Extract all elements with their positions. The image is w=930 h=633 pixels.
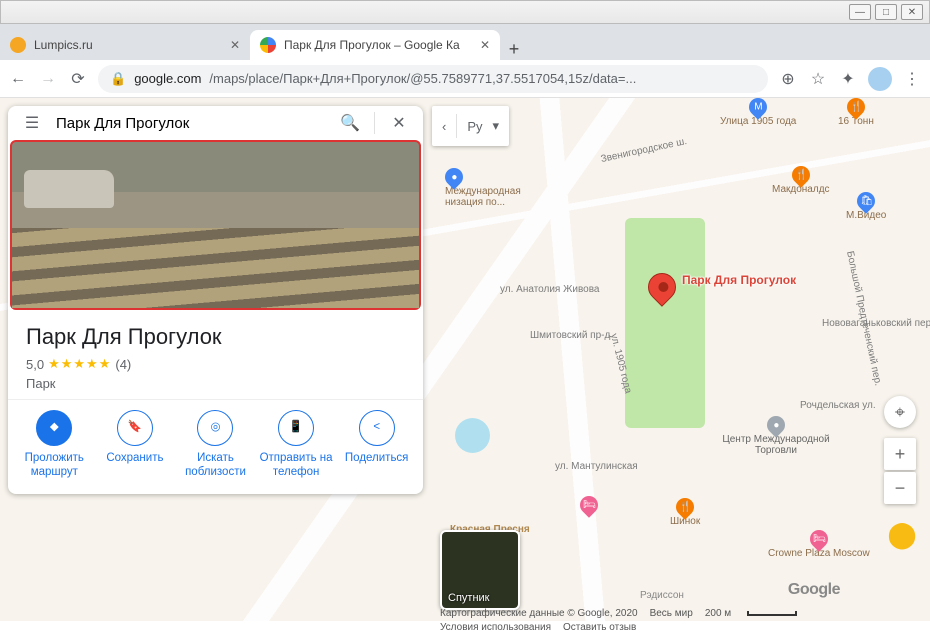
poi-label: Рэдиссон [640, 590, 684, 601]
nearby-button[interactable]: ◎ Искать поблизости [175, 410, 256, 480]
map-footer: Картографические данные © Google, 2020 В… [440, 608, 922, 619]
copyright-text: Картографические данные © Google, 2020 [440, 608, 638, 619]
scale-bar-icon [747, 611, 797, 616]
zoom-indicator-icon[interactable]: ⊕ [778, 69, 798, 89]
marker-label: Парк Для Прогулок [682, 273, 796, 287]
browser-tab[interactable]: Парк Для Прогулок – Google Ка ✕ [250, 30, 500, 60]
page-content: Звенигородское ш. ул. Анатолия Живова Шм… [0, 98, 930, 621]
options-caret-icon[interactable]: ▾ [493, 118, 510, 134]
favicon-icon [260, 37, 276, 53]
browser-tabstrip: Lumpics.ru ✕ Парк Для Прогулок – Google … [0, 24, 930, 60]
window-minimize-button[interactable]: — [849, 4, 871, 20]
search-input[interactable] [56, 115, 326, 132]
road-label: Рочдельская ул. [800, 400, 876, 411]
scale-label: 200 м [705, 608, 731, 619]
save-button[interactable]: 🔖 Сохранить [95, 410, 176, 480]
poi-restaurant[interactable]: 🍴Макдоналдс [772, 166, 830, 195]
extensions-icon[interactable]: ✦ [838, 69, 858, 89]
browser-tab[interactable]: Lumpics.ru ✕ [0, 30, 250, 60]
menu-kebab-icon[interactable]: ⋮ [902, 69, 922, 89]
search-bar: ☰ 🔍 ✕ [8, 106, 423, 140]
window-maximize-button[interactable]: □ [875, 4, 897, 20]
feedback-link[interactable]: Оставить отзыв [563, 622, 636, 633]
poi-restaurant[interactable]: 🍴16 Тонн [838, 98, 874, 127]
clear-search-icon[interactable]: ✕ [379, 113, 419, 133]
forward-button[interactable]: → [38, 70, 58, 88]
place-marker[interactable]: Парк Для Прогулок [648, 273, 676, 301]
tab-title: Парк Для Прогулок – Google Ка [284, 38, 472, 52]
google-logo: Google [788, 581, 840, 599]
poi-hotel[interactable]: 🛏 [580, 496, 598, 514]
nearby-icon: ◎ [197, 410, 233, 446]
place-title: Парк Для Прогулок [26, 324, 405, 350]
send-to-phone-button[interactable]: 📱 Отправить на телефон [256, 410, 337, 480]
window-titlebar: — □ ✕ [0, 0, 930, 24]
compass-button[interactable]: ⌖ [884, 396, 916, 428]
marker-pin-icon [642, 267, 682, 307]
new-tab-button[interactable]: + [500, 39, 528, 60]
tab-close-icon[interactable]: ✕ [480, 38, 490, 52]
road-label: Шмитовский пр-д [530, 330, 610, 341]
stars-icon: ★★★★★ [48, 356, 111, 372]
search-icon[interactable]: 🔍 [330, 113, 370, 133]
poi-shop[interactable]: 🛍М.Видео [846, 192, 886, 221]
bookmark-icon: 🔖 [117, 410, 153, 446]
share-button[interactable]: < Поделиться [336, 410, 417, 480]
place-photo[interactable] [10, 140, 421, 310]
place-side-panel: ☰ 🔍 ✕ Парк Для Прогулок 5,0 ★★★★★ (4) Па… [8, 106, 423, 494]
poi-metro[interactable]: MУлица 1905 года [720, 98, 796, 127]
menu-hamburger-icon[interactable]: ☰ [12, 113, 52, 133]
poi-org[interactable]: ●Международная низация по... [445, 168, 535, 208]
tab-close-icon[interactable]: ✕ [230, 38, 240, 52]
poi-restaurant[interactable]: 🍴Шинок [670, 498, 700, 527]
satellite-layer-toggle[interactable]: Спутник [440, 530, 520, 610]
share-icon: < [359, 410, 395, 446]
options-arrow-button[interactable]: ‹ [432, 119, 456, 134]
road-label: Звенигородское ш. [600, 136, 688, 165]
road-label: Нововаганьковский пер. [822, 318, 930, 329]
directions-icon: ◆ [36, 410, 72, 446]
back-button[interactable]: ← [8, 70, 28, 88]
address-bar[interactable]: 🔒 google.com/maps/place/Парк+Для+Прогуло… [98, 65, 768, 93]
phone-icon: 📱 [278, 410, 314, 446]
road-label: ул. Анатолия Живова [500, 284, 599, 295]
poi-hotel[interactable]: 🛏Crowne Plaza Moscow [768, 530, 870, 559]
zoom-in-button[interactable]: + [884, 438, 916, 470]
bookmark-star-icon[interactable]: ☆ [808, 69, 828, 89]
review-count: (4) [115, 357, 131, 372]
zoom-controls: + − [884, 438, 916, 506]
place-category: Парк [26, 376, 405, 391]
park-polygon [625, 218, 705, 428]
window-close-button[interactable]: ✕ [901, 4, 923, 20]
directions-button[interactable]: ◆ Проложить маршрут [14, 410, 95, 480]
pond-shape [455, 418, 490, 453]
tab-title: Lumpics.ru [34, 38, 222, 52]
poi-business[interactable]: ●Центр Международной Торговли [716, 416, 836, 456]
browser-toolbar: ← → ⟳ 🔒 google.com/maps/place/Парк+Для+П… [0, 60, 930, 98]
url-domain: google.com [134, 71, 201, 86]
map-options-bar: ‹ Ру ▾ [432, 106, 509, 146]
favicon-icon [10, 37, 26, 53]
units-button[interactable]: Ру [457, 119, 492, 134]
zoom-out-button[interactable]: − [884, 472, 916, 504]
rating-value: 5,0 [26, 357, 44, 372]
pegman-icon: ⬤ [888, 516, 916, 552]
url-path: /maps/place/Парк+Для+Прогулок/@55.758977… [209, 71, 636, 86]
rating-row[interactable]: 5,0 ★★★★★ (4) [26, 356, 405, 372]
map-controls: ⌖ [884, 396, 916, 430]
profile-avatar[interactable] [868, 67, 892, 91]
lock-icon: 🔒 [110, 71, 126, 87]
reload-button[interactable]: ⟳ [68, 69, 88, 89]
place-summary: Парк Для Прогулок 5,0 ★★★★★ (4) Парк [8, 310, 423, 399]
satellite-label: Спутник [442, 588, 495, 608]
region-link[interactable]: Весь мир [650, 608, 693, 619]
pegman-control[interactable]: ⬤ [888, 516, 916, 552]
terms-link[interactable]: Условия использования [440, 622, 551, 633]
road-label: ул. Мантулинская [555, 461, 638, 472]
actions-row: ◆ Проложить маршрут 🔖 Сохранить ◎ Искать… [8, 399, 423, 494]
